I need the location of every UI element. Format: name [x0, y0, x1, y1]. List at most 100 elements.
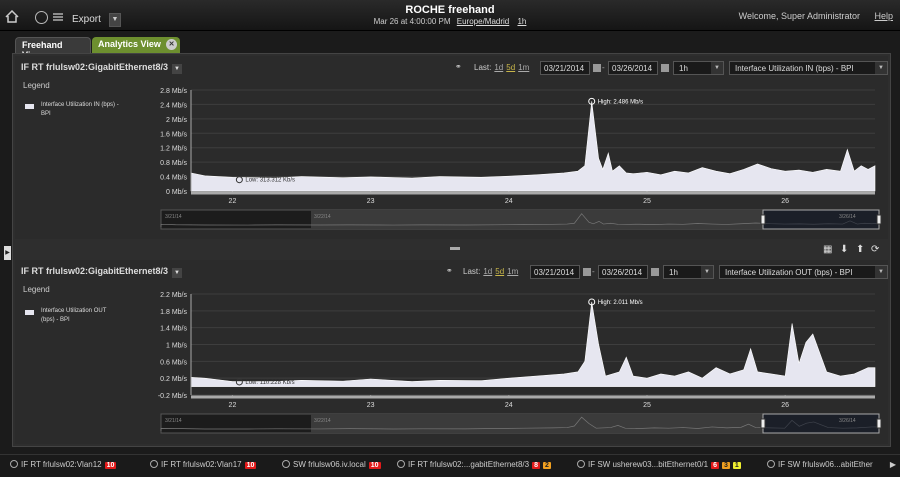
- chart-settings-icon[interactable]: ▦: [823, 244, 832, 255]
- navigator-unselected: [311, 210, 763, 229]
- navigator-label: 3/26/14: [839, 418, 856, 424]
- alarm-item[interactable]: IF RT frlulsw02:Vlan12 10: [10, 460, 117, 469]
- y-tick-label: -0.2 Mb/s: [158, 393, 188, 400]
- alarm-label: IF SW frlulsw06...abitEther: [778, 460, 873, 469]
- alarm-status-icon: [397, 460, 405, 468]
- chevron-down-icon[interactable]: ▼: [711, 62, 723, 74]
- chart-panel-in: IF RT frlulsw02:GigabitEthernet8/3 ▼ ⚭ La…: [15, 56, 888, 239]
- high-label: High: 2.011 Mb/s: [598, 300, 643, 306]
- utilization-in-chart[interactable]: 2.8 Mb/s 2.4 Mb/s 2 Mb/s 1.6 Mb/s 1.2 Mb/s 0.…: [125, 86, 885, 236]
- date-separator: -: [592, 267, 595, 276]
- y-tick-label: 1.6 Mb/s: [160, 131, 187, 138]
- last-label: Last:: [474, 63, 492, 72]
- panel-title[interactable]: IF RT frlulsw02:GigabitEthernet8/3 ▼: [21, 62, 183, 74]
- range-1m[interactable]: 1m: [507, 267, 518, 276]
- alarm-item[interactable]: IF SW frlulsw06...abitEther: [767, 460, 873, 469]
- last-label: Last:: [463, 267, 481, 276]
- legend-item: Interface Utilization OUT (bps) - BPI: [41, 308, 107, 323]
- interval-link[interactable]: 1h: [517, 17, 526, 26]
- alarm-label: IF RT frlulsw02:...gabitEthernet8/3: [408, 460, 530, 469]
- tab-freehand-view[interactable]: Freehand View: [15, 37, 91, 60]
- range-5d[interactable]: 5d: [495, 267, 504, 276]
- navigator-label: 3/22/14: [314, 418, 331, 424]
- panel-title-text: IF RT frlulsw02:GigabitEthernet8/3: [21, 62, 169, 72]
- legend-swatch: [25, 310, 34, 315]
- date-separator: -: [602, 63, 605, 72]
- chevron-down-icon[interactable]: ▼: [701, 266, 713, 278]
- timezone-link[interactable]: Europe/Madrid: [457, 17, 509, 26]
- alarm-status-icon: [10, 460, 18, 468]
- panel-resize-handle[interactable]: [450, 247, 460, 250]
- panel-title[interactable]: IF RT frlulsw02:GigabitEthernet8/3 ▼: [21, 266, 183, 278]
- interval-select[interactable]: 1h ▼: [663, 265, 714, 279]
- close-tab-icon[interactable]: ✕: [166, 39, 177, 50]
- legend-swatch: [25, 104, 34, 109]
- date-from-input[interactable]: 03/21/2014: [530, 265, 580, 279]
- x-tick-label: 24: [505, 198, 513, 205]
- y-tick-label: 0.2 Mb/s: [160, 376, 187, 383]
- chevron-down-icon[interactable]: ▼: [172, 268, 183, 278]
- x-tick-label: 25: [643, 402, 651, 409]
- chevron-right-icon[interactable]: ▶: [890, 460, 896, 469]
- legend-heading: Legend: [23, 81, 50, 90]
- arrow-up-icon[interactable]: ⬆: [856, 244, 864, 255]
- alarm-label: IF RT frlulsw02:Vlan12: [21, 460, 102, 469]
- y-tick-label: 1 Mb/s: [166, 343, 188, 350]
- y-tick-label: 2.2 Mb/s: [160, 292, 187, 299]
- legend-item: Interface Utilization IN (bps) - BPI: [41, 102, 119, 117]
- welcome-text: Welcome, Super Administrator: [738, 11, 860, 21]
- date-to-input[interactable]: 03/26/2014: [598, 265, 648, 279]
- x-tick-label: 22: [229, 402, 237, 409]
- alarm-count-badge: 8: [532, 462, 541, 469]
- range-1d[interactable]: 1d: [494, 63, 503, 72]
- interval-value: 1h: [679, 64, 688, 73]
- legend-heading: Legend: [23, 285, 50, 294]
- help-link[interactable]: Help: [874, 11, 893, 21]
- range-5d[interactable]: 5d: [506, 63, 515, 72]
- alarm-item[interactable]: IF RT frlulsw02:...gabitEthernet8/3 8 2: [397, 460, 551, 469]
- utilization-out-chart[interactable]: 2.2 Mb/s 1.8 Mb/s 1.4 Mb/s 1 Mb/s 0.6 Mb/s 0.…: [125, 290, 885, 440]
- navigator-handle[interactable]: [760, 418, 766, 429]
- arrow-down-icon[interactable]: ⬇: [840, 244, 848, 255]
- tab-analytics-view[interactable]: Analytics View ✕: [92, 37, 180, 53]
- alarm-item[interactable]: IF RT frlulsw02:Vlan17 10: [150, 460, 257, 469]
- calendar-icon[interactable]: [583, 268, 591, 276]
- metric-select[interactable]: Interface Utilization IN (bps) - BPI ▼: [729, 61, 888, 75]
- analytics-workspace: IF RT frlulsw02:GigabitEthernet8/3 ▼ ⚭ La…: [12, 53, 891, 447]
- alarm-label: SW frlulsw06.iv.local: [293, 460, 366, 469]
- date-to-input[interactable]: 03/26/2014: [608, 61, 658, 75]
- chevron-down-icon[interactable]: ▼: [172, 64, 183, 74]
- navigator-selection[interactable]: [762, 413, 880, 434]
- navigator-handle[interactable]: [760, 214, 766, 225]
- calendar-icon[interactable]: [661, 64, 669, 72]
- y-tick-label: 1.4 Mb/s: [160, 326, 187, 333]
- date-from-input[interactable]: 03/21/2014: [540, 61, 590, 75]
- navigator-handle[interactable]: [876, 418, 882, 429]
- y-tick-label: 2.8 Mb/s: [160, 88, 187, 95]
- interval-select[interactable]: 1h ▼: [673, 61, 724, 75]
- alarm-status-bar: IF RT frlulsw02:Vlan12 10 IF RT frlulsw02:…: [0, 454, 900, 477]
- navigator-unselected: [311, 414, 763, 433]
- chevron-down-icon[interactable]: ▼: [875, 62, 887, 74]
- share-icon[interactable]: ⚭: [446, 266, 453, 280]
- share-icon[interactable]: ⚭: [455, 62, 462, 76]
- sidebar-toggle-icon[interactable]: ▶: [4, 246, 11, 260]
- chevron-down-icon[interactable]: ▼: [875, 266, 887, 278]
- navigator-selection[interactable]: [762, 209, 880, 230]
- y-tick-label: 0.8 Mb/s: [160, 160, 187, 167]
- calendar-icon[interactable]: [593, 64, 601, 72]
- high-label: High: 2.486 Mb/s: [598, 99, 643, 105]
- range-1d[interactable]: 1d: [483, 267, 492, 276]
- panel-title-text: IF RT frlulsw02:GigabitEthernet8/3: [21, 266, 169, 276]
- y-tick-label: 1.2 Mb/s: [160, 146, 187, 153]
- alarm-item[interactable]: IF SW usherew03...bitEthernet0/1 6 3 1: [577, 460, 741, 469]
- range-1m[interactable]: 1m: [518, 63, 529, 72]
- refresh-icon[interactable]: ⟳: [871, 244, 879, 255]
- x-tick-label: 23: [367, 402, 375, 409]
- metric-select[interactable]: Interface Utilization OUT (bps) - BPI ▼: [719, 265, 888, 279]
- alarm-item[interactable]: SW frlulsw06.iv.local 10: [282, 460, 381, 469]
- alarm-status-icon: [767, 460, 775, 468]
- navigator-handle[interactable]: [876, 214, 882, 225]
- x-tick-label: 23: [367, 198, 375, 205]
- calendar-icon[interactable]: [651, 268, 659, 276]
